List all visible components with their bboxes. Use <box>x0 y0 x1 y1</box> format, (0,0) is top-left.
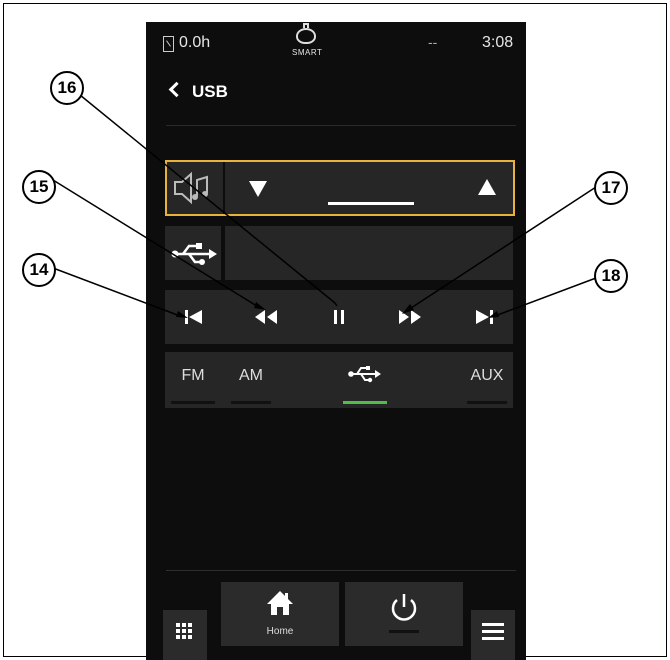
callout-14: 14 <box>22 253 56 287</box>
callout-leader-lines <box>52 94 597 318</box>
callout-15: 15 <box>22 170 56 204</box>
callout-16: 16 <box>50 71 84 105</box>
callout-18: 18 <box>594 259 628 293</box>
callout-17: 17 <box>594 171 628 205</box>
